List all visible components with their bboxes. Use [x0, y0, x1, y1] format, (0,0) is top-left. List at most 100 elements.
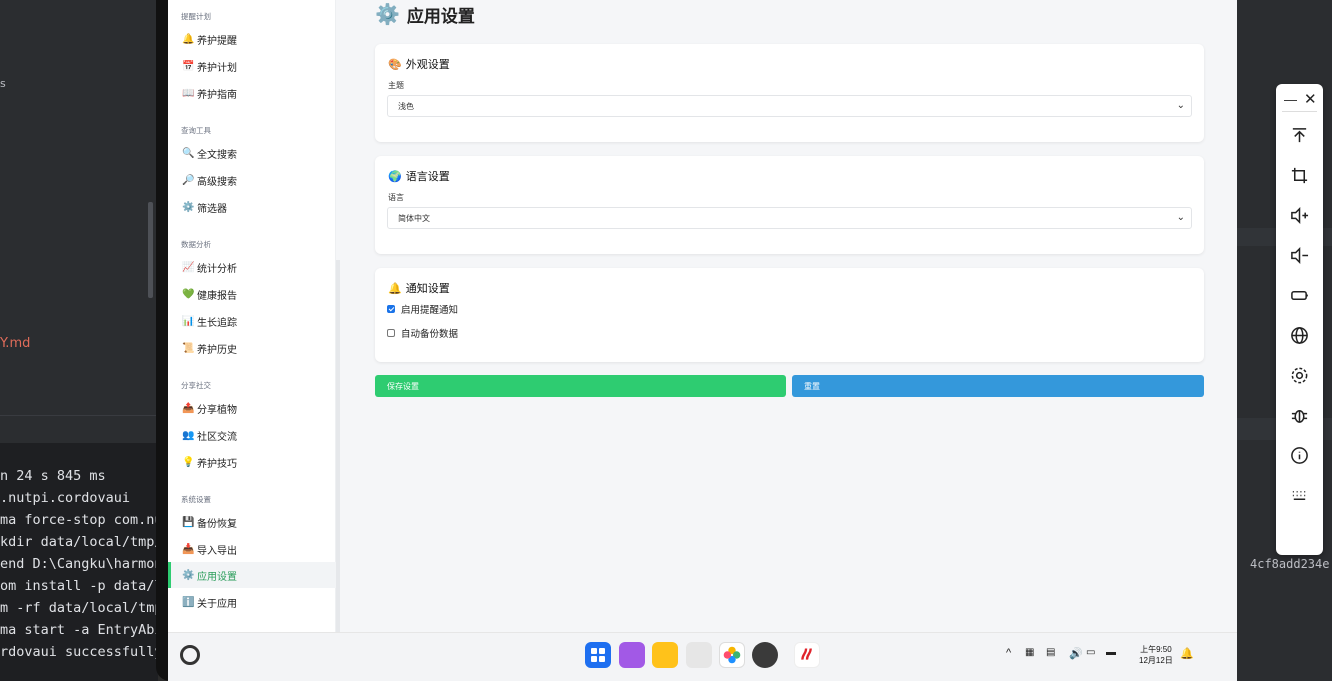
home-ring-icon[interactable]	[180, 645, 200, 665]
sidebar-item-care-guide[interactable]: 📖 养护指南	[168, 80, 336, 106]
ide-terminal: n 24 s 845 ms .nutpi.cordovaui ma force-…	[0, 443, 158, 681]
terminal-line: n 24 s 845 ms	[0, 468, 106, 484]
volume-icon[interactable]: 🔊	[1069, 647, 1083, 660]
sidebar-item-backup[interactable]: 💾 备份恢复	[168, 509, 336, 535]
terminal-line: om install -p data/l	[0, 578, 158, 594]
gear-icon: ⚙️	[375, 4, 400, 26]
sidebar-item-community[interactable]: 👥 社区交流	[168, 422, 336, 448]
sidebar: 提醒计划 🔔 养护提醒 📅 养护计划 📖 养护指南 查询工具 🔍 全文搜索 🔎 高级搜索 …	[168, 0, 336, 632]
keyboard-icon[interactable]	[1289, 485, 1309, 505]
sidebar-item-filter[interactable]: ⚙️ 筛选器	[168, 194, 336, 220]
minimize-icon[interactable]: —	[1284, 92, 1297, 107]
checkbox-checked-icon[interactable]	[387, 305, 395, 313]
sidebar-item-health-report[interactable]: 💚 健康报告	[168, 281, 336, 307]
book-icon: 📖	[182, 87, 195, 99]
inbox-icon: 📥	[182, 543, 195, 555]
page-title: ⚙️ 应用设置	[375, 4, 475, 26]
sidebar-section-system: 系统设置	[181, 495, 211, 504]
chevron-up-icon[interactable]: ^	[1006, 647, 1011, 659]
scroll-icon: 📜	[182, 342, 195, 354]
magnifier-icon: 🔎	[182, 174, 195, 186]
ide-divider	[0, 415, 158, 443]
battery-icon: ▬	[1106, 647, 1116, 658]
appearance-card: 🎨 外观设置 主题 浅色 ⌄	[375, 44, 1204, 142]
sidebar-item-share-plant[interactable]: 📤 分享植物	[168, 395, 336, 421]
bell-icon: 🔔	[182, 33, 195, 45]
sidebar-section-query: 查询工具	[181, 126, 211, 135]
ide-scrollbar[interactable]	[148, 202, 153, 298]
outbox-icon: 📤	[182, 402, 195, 414]
checkbox-unchecked-icon[interactable]	[387, 329, 395, 337]
sidebar-item-care-plan[interactable]: 📅 养护计划	[168, 53, 336, 79]
input-method-icon[interactable]: ▦	[1025, 647, 1034, 658]
ide-file-fragment-md[interactable]: Y.md	[0, 336, 30, 351]
bar-chart-icon: 📊	[182, 315, 195, 327]
terminal-line: ma start -a EntryAbi	[0, 622, 158, 638]
network-icon[interactable]: ▭	[1086, 647, 1095, 658]
info-icon: ℹ️	[182, 596, 195, 608]
terminal-line: m -rf data/local/tmp	[0, 600, 158, 616]
language-select[interactable]: 简体中文 ⌄	[387, 207, 1192, 229]
ide-hash-text: 4cf8add234e	[1250, 557, 1330, 571]
info-icon[interactable]	[1289, 445, 1309, 465]
trash-icon[interactable]	[686, 642, 712, 668]
app-screen: 提醒计划 🔔 养护提醒 📅 养护计划 📖 养护指南 查询工具 🔍 全文搜索 🔎 高级搜索 …	[168, 0, 1237, 681]
multitask-icon[interactable]	[619, 642, 645, 668]
card-title: 🔔 通知设置	[388, 283, 450, 295]
photos-icon[interactable]	[719, 642, 745, 668]
clock[interactable]: 上午9:50 12月12日	[1139, 644, 1173, 666]
globe-icon: 🌍	[388, 171, 402, 183]
reset-button[interactable]: 重置	[792, 375, 1204, 397]
sidebar-section-reminders: 提醒计划	[181, 12, 211, 21]
sidebar-item-care-reminder[interactable]: 🔔 养护提醒	[168, 26, 336, 52]
notification-bell-icon[interactable]: 🔔	[1180, 647, 1194, 660]
chevron-down-icon: ⌄	[1176, 212, 1185, 223]
volume-up-icon[interactable]	[1289, 205, 1309, 225]
palette-icon: 🎨	[388, 59, 402, 71]
sidebar-item-fulltext-search[interactable]: 🔍 全文搜索	[168, 140, 336, 166]
sidebar-section-social: 分享社交	[181, 381, 211, 390]
card-title: 🎨 外观设置	[388, 59, 450, 71]
terminal-line: end D:\Cangku\harmon	[0, 556, 158, 572]
theme-select[interactable]: 浅色 ⌄	[387, 95, 1192, 117]
rotate-icon[interactable]	[1289, 285, 1309, 305]
auto-backup-checkbox[interactable]: 自动备份数据	[387, 326, 458, 340]
files-icon[interactable]	[652, 642, 678, 668]
clipboard-icon[interactable]: ▤	[1046, 647, 1055, 658]
sidebar-item-app-settings[interactable]: ⚙️ 应用设置	[168, 562, 336, 588]
sidebar-item-care-tips[interactable]: 💡 养护技巧	[168, 449, 336, 475]
devtool-app-icon[interactable]	[794, 642, 820, 668]
calendar-icon: 📅	[182, 60, 195, 72]
language-label: 语言	[388, 193, 404, 202]
globe-icon[interactable]	[1289, 325, 1309, 345]
bug-icon[interactable]	[1289, 405, 1309, 425]
terminal-line: rdovaui successfully	[0, 644, 158, 660]
emulator-toolbar: — ✕	[1276, 84, 1323, 555]
ide-editor-panel	[0, 0, 158, 415]
gear-icon[interactable]	[1289, 365, 1309, 385]
sidebar-section-analysis: 数据分析	[181, 240, 211, 249]
chart-up-icon: 📈	[182, 261, 195, 273]
sidebar-item-care-history[interactable]: 📜 养护历史	[168, 335, 336, 361]
gear-icon: ⚙️	[182, 201, 195, 213]
main-content: ⚙️ 应用设置 🎨 外观设置 主题 浅色 ⌄ 🌍 语言设置 语言 简体中文 ⌄ 🔔 通…	[340, 0, 1237, 632]
settings-app-icon[interactable]	[752, 642, 778, 668]
sidebar-item-advanced-search[interactable]: 🔎 高级搜索	[168, 167, 336, 193]
pin-top-icon[interactable]	[1289, 125, 1309, 145]
sidebar-item-import-export[interactable]: 📥 导入导出	[168, 536, 336, 562]
lightbulb-icon: 💡	[182, 456, 195, 468]
terminal-line: .nutpi.cordovaui	[0, 490, 131, 506]
sidebar-item-about[interactable]: ℹ️ 关于应用	[168, 589, 336, 615]
sidebar-item-growth-tracking[interactable]: 📊 生长追踪	[168, 308, 336, 334]
users-icon: 👥	[182, 429, 195, 441]
volume-down-icon[interactable]	[1289, 245, 1309, 265]
enable-reminder-checkbox[interactable]: 启用提醒通知	[387, 302, 458, 316]
crop-icon[interactable]	[1289, 165, 1309, 185]
taskbar: ^ ▦ ▤ 🔊 ▭ ▬ 上午9:50 12月12日 🔔	[168, 632, 1237, 681]
search-icon: 🔍	[182, 147, 195, 159]
close-icon[interactable]: ✕	[1304, 90, 1317, 108]
app-grid-icon[interactable]	[585, 642, 611, 668]
save-button[interactable]: 保存设置	[375, 375, 786, 397]
sidebar-item-statistics[interactable]: 📈 统计分析	[168, 254, 336, 280]
theme-label: 主题	[388, 81, 404, 90]
